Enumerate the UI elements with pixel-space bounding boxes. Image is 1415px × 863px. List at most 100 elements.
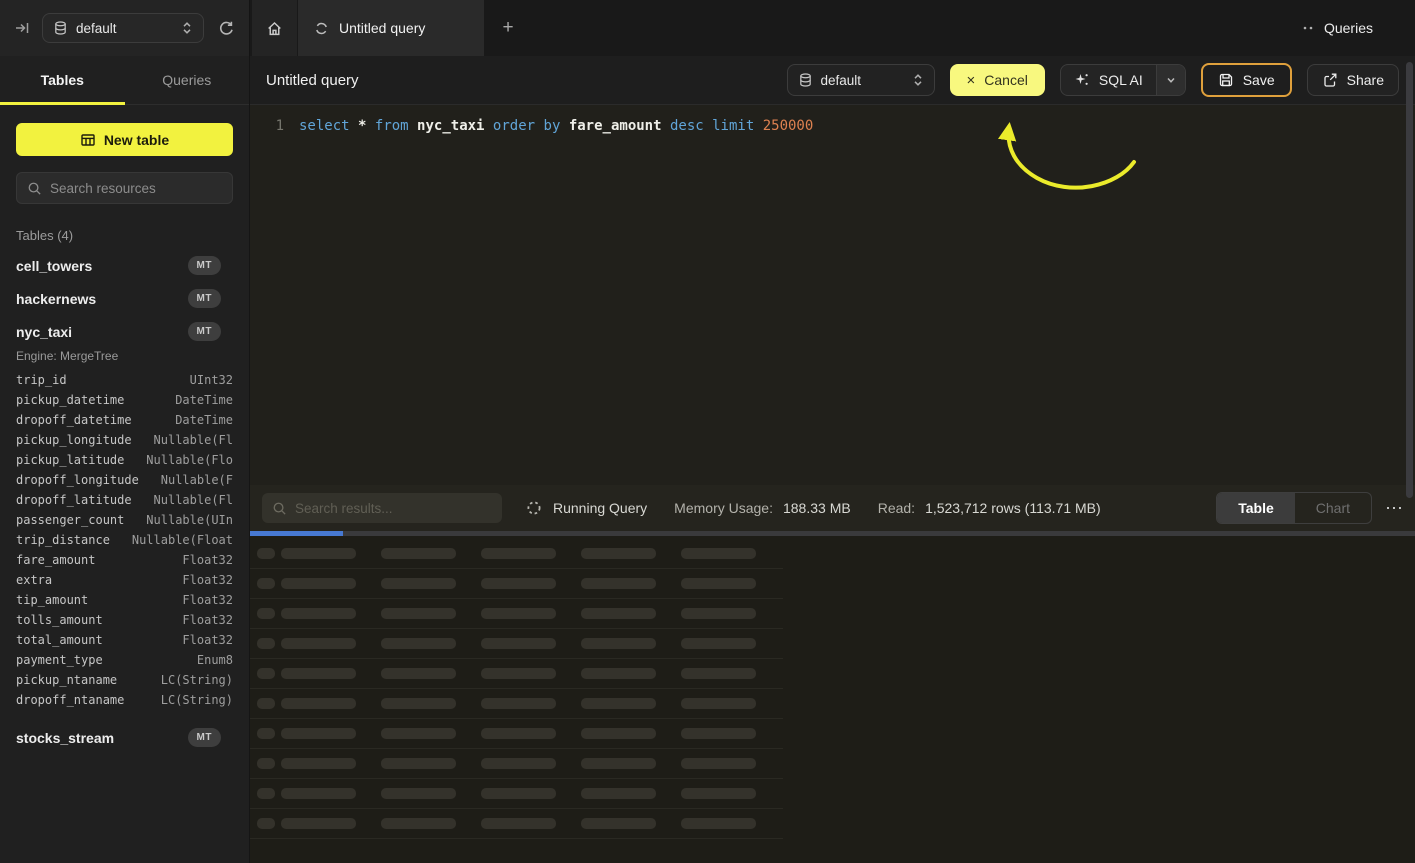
- sidebar-tab-tables[interactable]: Tables: [0, 56, 125, 104]
- column-row: trip_distanceNullable(Float: [16, 533, 233, 553]
- resource-search-input[interactable]: [50, 181, 227, 196]
- home-tab[interactable]: [252, 0, 297, 56]
- skeleton-cell: [681, 728, 756, 739]
- sql-token: by: [544, 118, 561, 134]
- skeleton-cell: [481, 578, 556, 589]
- sidebar-tab-queries[interactable]: Queries: [125, 56, 250, 104]
- save-button[interactable]: Save: [1201, 63, 1292, 97]
- sql-editor[interactable]: 1 select * from nyc_taxi order by fare_a…: [250, 105, 1415, 485]
- column-name: dropoff_datetime: [16, 413, 132, 427]
- skeleton-cell: [581, 788, 656, 799]
- database-selector-value: default: [76, 21, 173, 36]
- skeleton-cell: [281, 818, 356, 829]
- query-database-selector[interactable]: default: [787, 64, 935, 96]
- new-tab-button[interactable]: +: [484, 0, 532, 56]
- skeleton-cell: [481, 638, 556, 649]
- column-row: pickup_ntanameLC(String): [16, 673, 233, 693]
- database-selector[interactable]: default: [42, 13, 204, 43]
- column-row: passenger_countNullable(UIn: [16, 513, 233, 533]
- column-type: DateTime: [175, 413, 233, 427]
- new-table-button[interactable]: New table: [16, 123, 233, 156]
- top-bar: default: [0, 0, 1415, 56]
- column-name: tip_amount: [16, 593, 88, 607]
- skeleton-cell: [281, 758, 356, 769]
- skeleton-row: [250, 539, 783, 569]
- skeleton-cell: [257, 608, 275, 619]
- read-value: 1,523,712 rows (113.71 MB): [925, 500, 1101, 516]
- close-icon: ×: [967, 72, 976, 89]
- view-toggle-chart[interactable]: Chart: [1295, 493, 1371, 523]
- skeleton-cell: [681, 788, 756, 799]
- skeleton-cell: [281, 578, 356, 589]
- skeleton-cell: [481, 818, 556, 829]
- skeleton-row: [250, 659, 783, 689]
- column-row: pickup_datetimeDateTime: [16, 393, 233, 413]
- sidebar-tab-queries-label: Queries: [162, 72, 211, 88]
- skeleton-cell: [481, 608, 556, 619]
- column-row: pickup_longitudeNullable(Fl: [16, 433, 233, 453]
- sql-ai-main[interactable]: SQL AI: [1061, 65, 1156, 95]
- loading-spinner-icon: [526, 500, 542, 516]
- sparkles-icon: [1074, 72, 1090, 88]
- sql-code-line: select * from nyc_taxi order by fare_amo…: [299, 118, 813, 485]
- skeleton-cell: [281, 608, 356, 619]
- column-name: pickup_longitude: [16, 433, 132, 447]
- skeleton-cell: [257, 788, 275, 799]
- column-type: Float32: [182, 633, 233, 647]
- query-header: Untitled query default: [250, 56, 1415, 105]
- column-name: pickup_latitude: [16, 453, 124, 467]
- skeleton-cell: [681, 608, 756, 619]
- skeleton-cell: [581, 698, 656, 709]
- memory-usage-label: Memory Usage:: [674, 500, 773, 516]
- more-options-icon[interactable]: ⋯: [1385, 503, 1403, 513]
- skeleton-row: [250, 689, 783, 719]
- column-type: Float32: [182, 553, 233, 567]
- table-item-hackernews[interactable]: hackernewsMT: [16, 282, 233, 315]
- sql-ai-button[interactable]: SQL AI: [1060, 64, 1186, 96]
- table-name: nyc_taxi: [16, 324, 72, 340]
- column-row: pickup_latitudeNullable(Flo: [16, 453, 233, 473]
- engine-badge: MT: [188, 256, 221, 275]
- table-item-nyc_taxi[interactable]: nyc_taxi MT: [16, 315, 233, 348]
- sql-token: [484, 118, 492, 134]
- queries-icon: [1302, 23, 1315, 33]
- skeleton-cell: [257, 638, 275, 649]
- vertical-scrollbar[interactable]: [1406, 62, 1413, 498]
- skeleton-cell: [681, 818, 756, 829]
- column-type: DateTime: [175, 393, 233, 407]
- column-type: Nullable(Float: [132, 533, 233, 547]
- sidebar-tab-tables-label: Tables: [41, 72, 84, 88]
- skeleton-cell: [481, 698, 556, 709]
- refresh-icon[interactable]: [218, 20, 235, 37]
- column-name: fare_amount: [16, 553, 95, 567]
- database-icon: [798, 72, 813, 88]
- cancel-button[interactable]: × Cancel: [950, 64, 1045, 96]
- column-type: Nullable(F: [161, 473, 233, 487]
- collapse-sidebar-icon[interactable]: [14, 20, 30, 36]
- skeleton-row: [250, 809, 783, 839]
- table-item-stocks_stream[interactable]: stocks_streamMT: [16, 721, 233, 754]
- skeleton-cell: [381, 548, 456, 559]
- results-search-input[interactable]: [295, 501, 492, 516]
- sql-token: [535, 118, 543, 134]
- sql-token: [560, 118, 568, 134]
- table-item-cell_towers[interactable]: cell_towersMT: [16, 249, 233, 282]
- queries-link[interactable]: Queries: [1324, 20, 1373, 36]
- sql-ai-dropdown[interactable]: [1156, 65, 1185, 95]
- view-toggle-table[interactable]: Table: [1217, 493, 1295, 523]
- skeleton-cell: [681, 548, 756, 559]
- tab-untitled-query[interactable]: Untitled query: [298, 0, 484, 56]
- skeleton-cell: [381, 638, 456, 649]
- skeleton-cell: [581, 578, 656, 589]
- column-name: dropoff_longitude: [16, 473, 139, 487]
- share-button[interactable]: Share: [1307, 64, 1399, 96]
- skeleton-row: [250, 719, 783, 749]
- cancel-label: Cancel: [984, 72, 1028, 88]
- results-search: [262, 493, 502, 523]
- engine-badge: MT: [188, 322, 221, 341]
- skeleton-cell: [381, 788, 456, 799]
- skeleton-cell: [581, 638, 656, 649]
- skeleton-cell: [481, 668, 556, 679]
- skeleton-cell: [581, 668, 656, 679]
- search-icon: [272, 501, 287, 516]
